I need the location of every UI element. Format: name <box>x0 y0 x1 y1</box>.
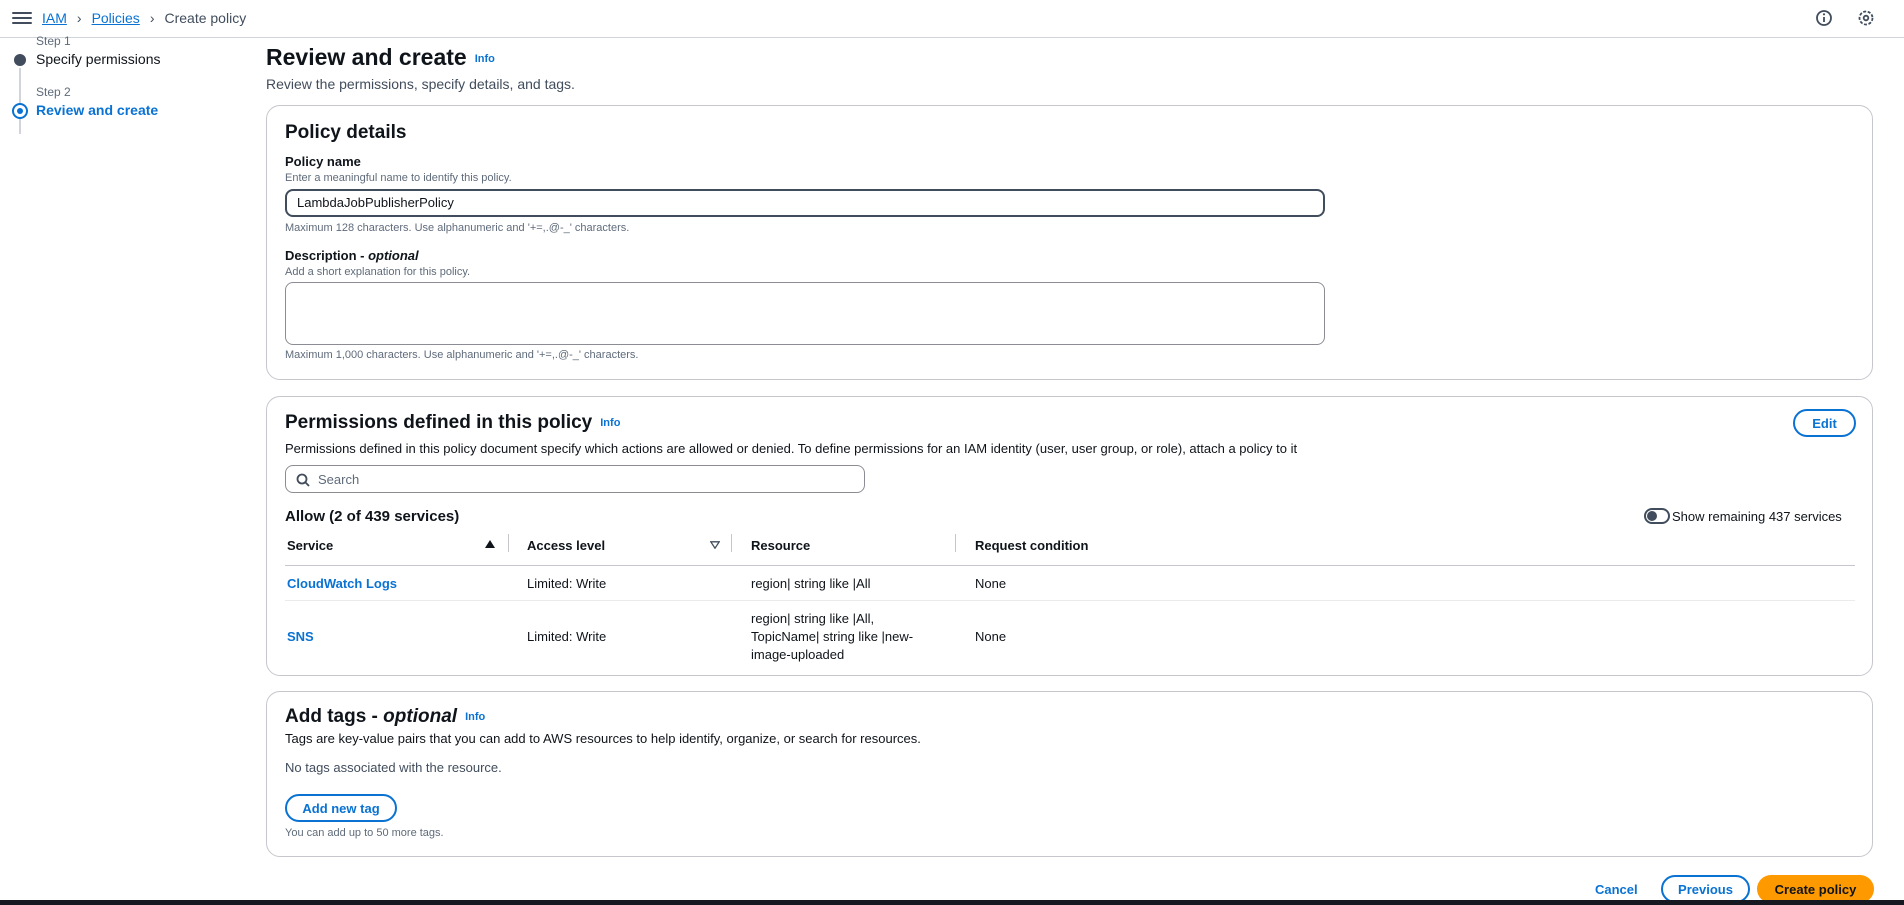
add-new-tag-button[interactable]: Add new tag <box>285 794 397 822</box>
step-1-number: Step 1 <box>36 34 71 48</box>
allow-heading: Allow (2 of 439 services) <box>285 508 460 525</box>
tags-title: Add tags - optional Info <box>285 706 486 727</box>
breadcrumb: IAM › Policies › Create policy <box>42 10 246 26</box>
table-header: Service Access level Resource Request co… <box>267 534 1872 558</box>
step-connector <box>19 68 21 134</box>
permissions-title: Permissions defined in this policy Info <box>285 412 621 433</box>
settings-gear-icon[interactable] <box>1857 9 1875 27</box>
edit-button[interactable]: Edit <box>1793 409 1856 437</box>
column-access-level[interactable]: Access level <box>527 538 605 553</box>
show-remaining-label: Show remaining 437 services <box>1672 509 1842 524</box>
description-textarea[interactable] <box>285 282 1325 345</box>
access-level-cell: Limited: Write <box>527 629 607 644</box>
no-tags-message: No tags associated with the resource. <box>285 760 502 775</box>
previous-button[interactable]: Previous <box>1661 875 1750 903</box>
info-circle-icon[interactable] <box>1815 9 1833 27</box>
permissions-info-link[interactable]: Info <box>600 417 620 429</box>
page-title: Review and create Info <box>266 44 495 70</box>
page-subtitle: Review the permissions, specify details,… <box>266 76 575 92</box>
column-service[interactable]: Service <box>287 538 333 553</box>
row-divider <box>285 600 1855 601</box>
chevron-right-icon: › <box>76 10 82 26</box>
resource-cell: region| string like |All, TopicName| str… <box>751 611 914 662</box>
policy-name-constraint: Maximum 128 characters. Use alphanumeric… <box>285 222 630 234</box>
page-info-link[interactable]: Info <box>475 53 495 65</box>
policy-name-input[interactable]: LambdaJobPublisherPolicy <box>285 189 1325 217</box>
breadcrumb-current: Create policy <box>164 10 247 26</box>
column-request-condition[interactable]: Request condition <box>975 538 1088 553</box>
column-resource[interactable]: Resource <box>751 538 810 553</box>
step-2-indicator <box>12 103 28 119</box>
permissions-description: Permissions defined in this policy docum… <box>285 441 1298 456</box>
column-divider[interactable] <box>955 534 956 552</box>
description-label: Description - optional <box>285 248 419 263</box>
create-policy-button[interactable]: Create policy <box>1757 875 1874 903</box>
policy-details-title: Policy details <box>285 122 407 143</box>
step-1-indicator <box>14 54 26 66</box>
permissions-card: Permissions defined in this policy Info E… <box>266 396 1873 676</box>
footer-bar <box>0 900 1904 905</box>
service-link-cloudwatch-logs[interactable]: CloudWatch Logs <box>287 575 397 593</box>
description-help: Add a short explanation for this policy. <box>285 266 471 278</box>
tags-card: Add tags - optional Info Tags are key-val… <box>266 691 1873 857</box>
step-2-number: Step 2 <box>36 85 71 99</box>
tags-info-link[interactable]: Info <box>465 711 485 723</box>
chevron-right-icon: › <box>149 10 155 26</box>
column-divider[interactable] <box>731 534 732 552</box>
condition-cell: None <box>975 576 1007 591</box>
resource-cell: region| string like |All <box>751 576 871 591</box>
breadcrumb-policies[interactable]: Policies <box>92 10 140 26</box>
step-2-label: Review and create <box>36 102 159 118</box>
search-input[interactable]: Search <box>285 465 865 493</box>
description-constraint: Maximum 1,000 characters. Use alphanumer… <box>285 349 639 361</box>
column-divider[interactable] <box>508 534 509 552</box>
condition-cell: None <box>975 629 1007 644</box>
search-placeholder: Search <box>318 472 360 487</box>
cancel-button[interactable]: Cancel <box>1595 882 1638 897</box>
top-navigation-bar: IAM › Policies › Create policy <box>0 0 1904 38</box>
sort-ascending-icon[interactable] <box>485 540 495 548</box>
tags-limit: You can add up to 50 more tags. <box>285 827 444 839</box>
policy-name-label: Policy name <box>285 154 361 169</box>
header-divider <box>285 565 1855 566</box>
search-icon <box>296 473 310 487</box>
policy-details-card: Policy details Policy name Enter a meani… <box>266 105 1873 380</box>
hamburger-menu-icon[interactable] <box>12 9 32 27</box>
access-level-cell: Limited: Write <box>527 576 607 591</box>
policy-name-description: Enter a meaningful name to identify this… <box>285 172 512 184</box>
step-1-label[interactable]: Specify permissions <box>36 51 161 67</box>
sort-descending-icon[interactable] <box>710 541 720 549</box>
show-remaining-toggle[interactable] <box>1644 508 1670 524</box>
service-link-sns[interactable]: SNS <box>287 628 314 646</box>
tags-description: Tags are key-value pairs that you can ad… <box>285 731 921 746</box>
breadcrumb-iam[interactable]: IAM <box>42 10 67 26</box>
